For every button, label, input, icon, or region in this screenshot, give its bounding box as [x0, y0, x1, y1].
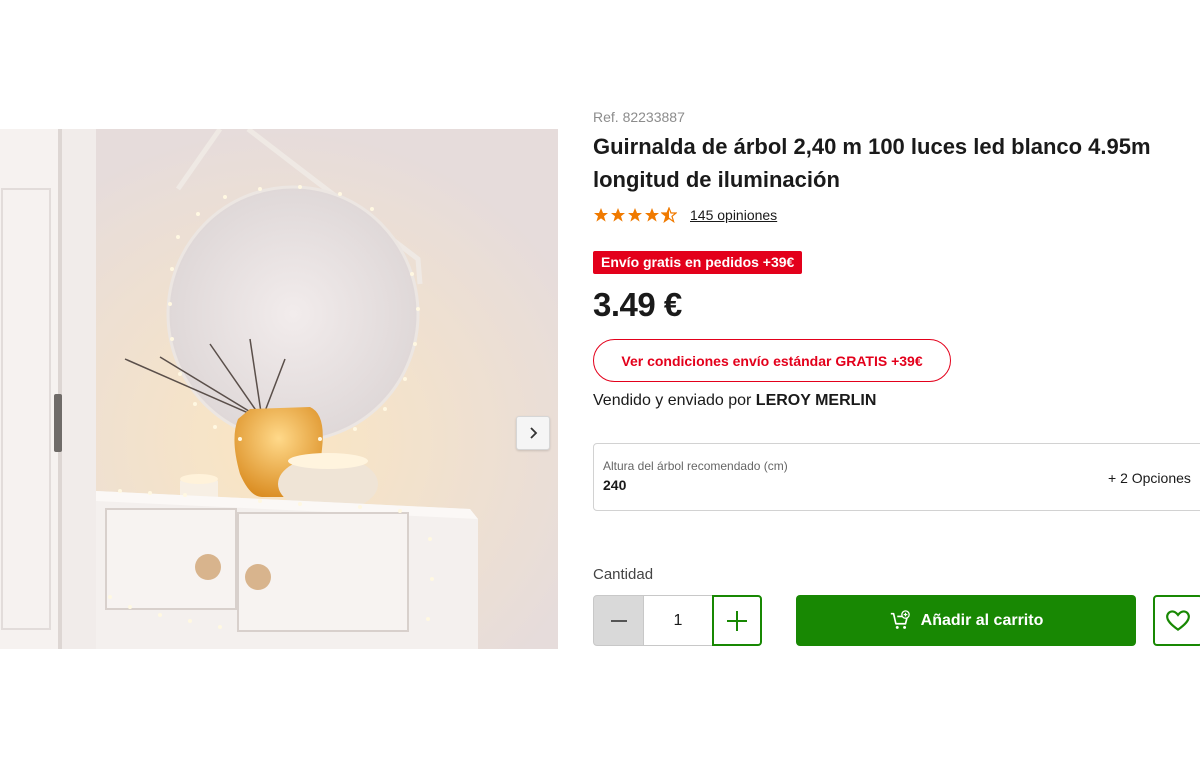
star-icon — [628, 208, 642, 222]
reviews-link[interactable]: 145 opiniones — [690, 207, 777, 223]
quantity-decrease-button[interactable] — [593, 595, 644, 646]
heart-icon — [1166, 609, 1190, 631]
free-shipping-badge: Envío gratis en pedidos +39€ — [593, 251, 803, 274]
add-to-cart-label: Añadir al carrito — [920, 611, 1044, 629]
product-info: Ref. 82233887 Guirnalda de árbol 2,40 m … — [593, 0, 1200, 757]
star-icon — [645, 208, 659, 222]
chevron-right-icon — [530, 427, 538, 439]
tree-height-selector[interactable]: Altura del árbol recomendado (cm) 240 + … — [593, 443, 1200, 511]
product-page: Ref. 82233887 Guirnalda de árbol 2,40 m … — [0, 0, 1200, 757]
add-to-cart-button[interactable]: Añadir al carrito — [796, 595, 1136, 646]
product-reference: Ref. 82233887 — [593, 109, 685, 125]
half-star-icon — [661, 207, 677, 223]
seller-name: LEROY MERLIN — [755, 392, 877, 409]
option-label: Altura del árbol recomendado (cm) — [603, 459, 788, 473]
quantity-input[interactable]: 1 — [644, 595, 712, 646]
seller-info: Vendido y enviado por LEROY MERLIN — [593, 392, 876, 410]
quantity-increase-button[interactable] — [712, 595, 762, 646]
option-value: 240 — [603, 477, 627, 493]
seller-prefix: Vendido y enviado por — [593, 392, 756, 409]
star-icon — [594, 208, 608, 222]
quantity-label: Cantidad — [593, 566, 654, 583]
product-price: 3.49 € — [593, 286, 682, 323]
quantity-stepper: 1 — [593, 595, 762, 646]
minus-icon — [610, 619, 627, 622]
star-icon — [611, 208, 625, 222]
gallery-next-button[interactable] — [516, 416, 550, 450]
rating-stars — [593, 207, 677, 223]
plus-icon — [727, 610, 747, 631]
product-rating: 145 opiniones — [593, 207, 777, 223]
product-image-gallery — [0, 129, 558, 649]
wishlist-button[interactable] — [1153, 595, 1200, 646]
shipping-conditions-button[interactable]: Ver condiciones envío estándar GRATIS +3… — [593, 339, 951, 382]
cart-add-icon — [890, 609, 910, 629]
product-title: Guirnalda de árbol 2,40 m 100 luces led … — [593, 134, 1151, 192]
product-image — [0, 129, 558, 649]
more-options-link[interactable]: + 2 Opciones — [1108, 470, 1191, 486]
